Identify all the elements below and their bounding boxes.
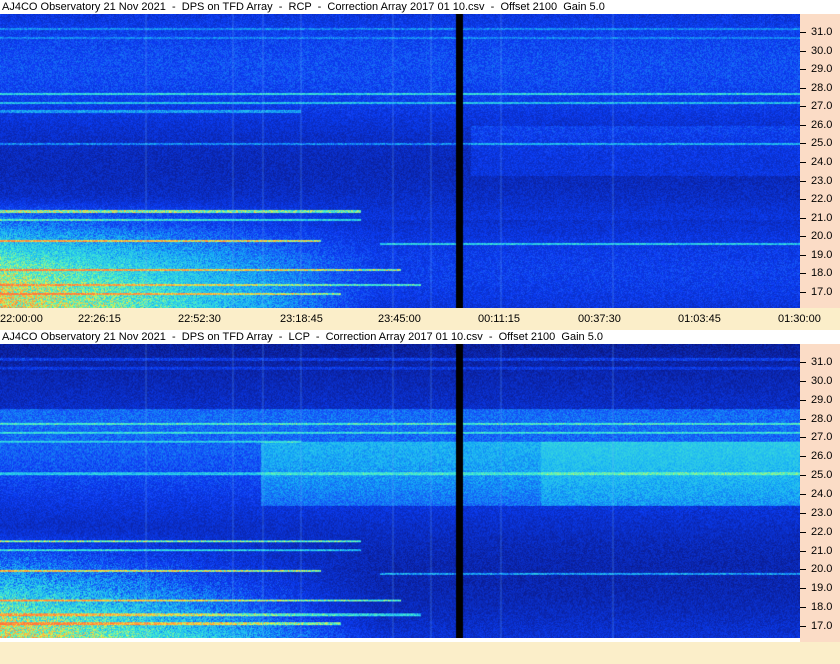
frequency-tick bbox=[800, 69, 806, 70]
frequency-tick bbox=[800, 626, 806, 627]
frequency-tick bbox=[800, 199, 806, 200]
frequency-label: 20.0 bbox=[811, 563, 833, 575]
frequency-label: 22.0 bbox=[811, 526, 833, 538]
frequency-label: 31.0 bbox=[811, 356, 833, 368]
frequency-tick bbox=[800, 437, 806, 438]
panel-title-rcp: AJ4CO Observatory 21 Nov 2021 - DPS on T… bbox=[0, 0, 840, 14]
frequency-label: 30.0 bbox=[811, 45, 833, 57]
frequency-label: 30.0 bbox=[811, 375, 833, 387]
frequency-label: 22.0 bbox=[811, 193, 833, 205]
time-label: 22:52:30 bbox=[178, 313, 221, 325]
frequency-label: 24.0 bbox=[811, 488, 833, 500]
frequency-label: 18.0 bbox=[811, 267, 833, 279]
frequency-label: 21.0 bbox=[811, 212, 833, 224]
frequency-tick bbox=[800, 143, 806, 144]
frequency-label: 17.0 bbox=[811, 620, 833, 632]
frequency-tick bbox=[800, 273, 806, 274]
frequency-label: 27.0 bbox=[811, 431, 833, 443]
frequency-tick bbox=[800, 51, 806, 52]
frequency-tick bbox=[800, 106, 806, 107]
frequency-label: 24.0 bbox=[811, 156, 833, 168]
frequency-label: 23.0 bbox=[811, 507, 833, 519]
time-label: 00:11:15 bbox=[478, 313, 521, 325]
frequency-scale-lcp: 31.0 30.0 29.0 28.0 27.0 26.0 25.0 24.0 23.0 22.0… bbox=[800, 344, 840, 642]
time-label: 01:03:45 bbox=[678, 313, 721, 325]
frequency-tick bbox=[800, 475, 806, 476]
time-label: 22:26:15 bbox=[78, 313, 121, 325]
time-label: 23:18:45 bbox=[280, 313, 323, 325]
spectrogram-lcp[interactable] bbox=[0, 344, 800, 638]
frequency-label: 17.0 bbox=[811, 286, 833, 298]
frequency-tick bbox=[800, 569, 806, 570]
spectrogram-rcp[interactable] bbox=[0, 14, 800, 308]
frequency-label: 28.0 bbox=[811, 82, 833, 94]
frequency-tick bbox=[800, 513, 806, 514]
frequency-tick bbox=[800, 494, 806, 495]
frequency-tick bbox=[800, 236, 806, 237]
frequency-label: 19.0 bbox=[811, 249, 833, 261]
panel-title-lcp: AJ4CO Observatory 21 Nov 2021 - DPS on T… bbox=[0, 330, 840, 344]
frequency-label: 28.0 bbox=[811, 413, 833, 425]
frequency-tick bbox=[800, 32, 806, 33]
frequency-tick bbox=[800, 88, 806, 89]
frequency-tick bbox=[800, 362, 806, 363]
time-label: 22:00:00 bbox=[0, 313, 43, 325]
frequency-tick bbox=[800, 400, 806, 401]
frequency-label: 27.0 bbox=[811, 100, 833, 112]
time-label: 01:30:00 bbox=[778, 313, 821, 325]
frequency-tick bbox=[800, 532, 806, 533]
frequency-label: 29.0 bbox=[811, 394, 833, 406]
frequency-tick bbox=[800, 255, 806, 256]
frequency-tick bbox=[800, 162, 806, 163]
frequency-tick bbox=[800, 551, 806, 552]
bottom-axis-strip bbox=[0, 642, 840, 664]
frequency-tick bbox=[800, 292, 806, 293]
frequency-label: 26.0 bbox=[811, 119, 833, 131]
frequency-tick bbox=[800, 381, 806, 382]
frequency-label: 20.0 bbox=[811, 230, 833, 242]
frequency-scale-rcp: 31.0 30.0 29.0 28.0 27.0 26.0 25.0 24.0 23.0 22.0… bbox=[800, 14, 840, 308]
frequency-label: 23.0 bbox=[811, 175, 833, 187]
frequency-tick bbox=[800, 607, 806, 608]
frequency-label: 18.0 bbox=[811, 601, 833, 613]
frequency-label: 26.0 bbox=[811, 450, 833, 462]
frequency-tick bbox=[800, 419, 806, 420]
time-label: 23:45:00 bbox=[378, 313, 421, 325]
time-label: 00:37:30 bbox=[578, 313, 621, 325]
frequency-tick bbox=[800, 588, 806, 589]
frequency-tick bbox=[800, 218, 806, 219]
frequency-label: 25.0 bbox=[811, 137, 833, 149]
frequency-label: 19.0 bbox=[811, 582, 833, 594]
frequency-label: 21.0 bbox=[811, 545, 833, 557]
frequency-tick bbox=[800, 456, 806, 457]
frequency-label: 25.0 bbox=[811, 469, 833, 481]
frequency-tick bbox=[800, 181, 806, 182]
frequency-label: 31.0 bbox=[811, 26, 833, 38]
time-axis: 22:00:00 22:26:15 22:52:30 23:18:45 23:45:00… bbox=[0, 308, 840, 330]
frequency-label: 29.0 bbox=[811, 63, 833, 75]
frequency-tick bbox=[800, 125, 806, 126]
